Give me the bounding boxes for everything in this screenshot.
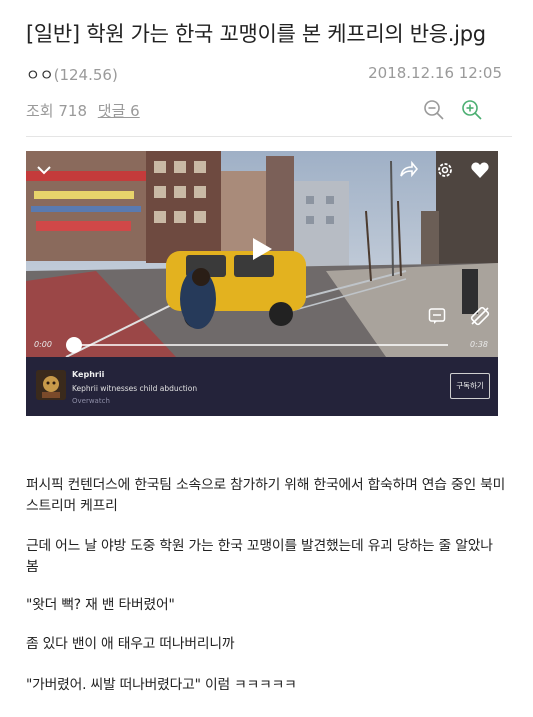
gear-icon[interactable]	[435, 160, 455, 180]
author[interactable]: ㅇㅇ(124.56)	[26, 64, 118, 85]
captions-icon[interactable]	[428, 307, 446, 325]
comment-count-link[interactable]: 댓글 6	[98, 102, 140, 120]
share-icon[interactable]	[398, 160, 419, 180]
author-ip: (124.56)	[53, 66, 118, 84]
post-datetime: 2018.12.16 12:05	[368, 64, 502, 82]
rotate-icon[interactable]	[469, 305, 491, 327]
video-progress-bar[interactable]	[74, 344, 448, 346]
post-paragraph: "왓더 뻑? 재 밴 타버렸어"	[26, 597, 175, 613]
post-title: [일반] 학원 가는 한국 꼬맹이를 본 케프리의 반응.jpg	[26, 22, 486, 46]
post-paragraph: 근데 어느 날 야방 도중 학원 가는 한국 꼬맹이를 발견했는데 유괴 당하는…	[26, 538, 493, 575]
post-paragraph: 퍼시픽 컨텐더스에 한국팀 소속으로 참가하기 위해 한국에서 합숙하며 연습 …	[26, 477, 506, 514]
video-scrub-handle[interactable]	[66, 337, 82, 353]
channel-name[interactable]: Kephrii	[72, 370, 104, 379]
divider	[26, 136, 512, 137]
zoom-out-icon[interactable]	[422, 98, 446, 122]
author-name[interactable]: ㅇㅇ	[26, 66, 54, 84]
post-paragraph: 좀 있다 밴이 애 태우고 떠나버리니까	[26, 636, 235, 652]
post-paragraph: "가버렸어. 씨발 떠나버렸다고" 이럼 ㅋㅋㅋㅋㅋ	[26, 677, 297, 693]
play-icon[interactable]	[250, 236, 274, 262]
zoom-in-icon[interactable]	[460, 98, 484, 122]
video-time-total: 0:38	[470, 340, 488, 349]
post-meta: ㅇㅇ(124.56) 2018.12.16 12:05	[26, 64, 502, 84]
view-count: 조회 718	[26, 102, 87, 120]
post-stats: 조회 718 댓글 6	[26, 100, 502, 124]
video-channel-bar: Kephrii Kephrii witnesses child abductio…	[26, 357, 498, 416]
video-player[interactable]: 0:00 0:38 Kephrii Kephrii witnesses chil…	[26, 151, 498, 416]
channel-avatar[interactable]	[36, 370, 66, 400]
subscribe-button[interactable]: 구독하기	[450, 373, 490, 399]
heart-icon[interactable]	[470, 160, 490, 180]
video-game[interactable]: Overwatch	[72, 397, 110, 405]
video-time-current: 0:00	[34, 340, 52, 349]
chevron-down-icon[interactable]	[34, 160, 54, 180]
video-title[interactable]: Kephrii witnesses child abduction	[72, 384, 197, 393]
